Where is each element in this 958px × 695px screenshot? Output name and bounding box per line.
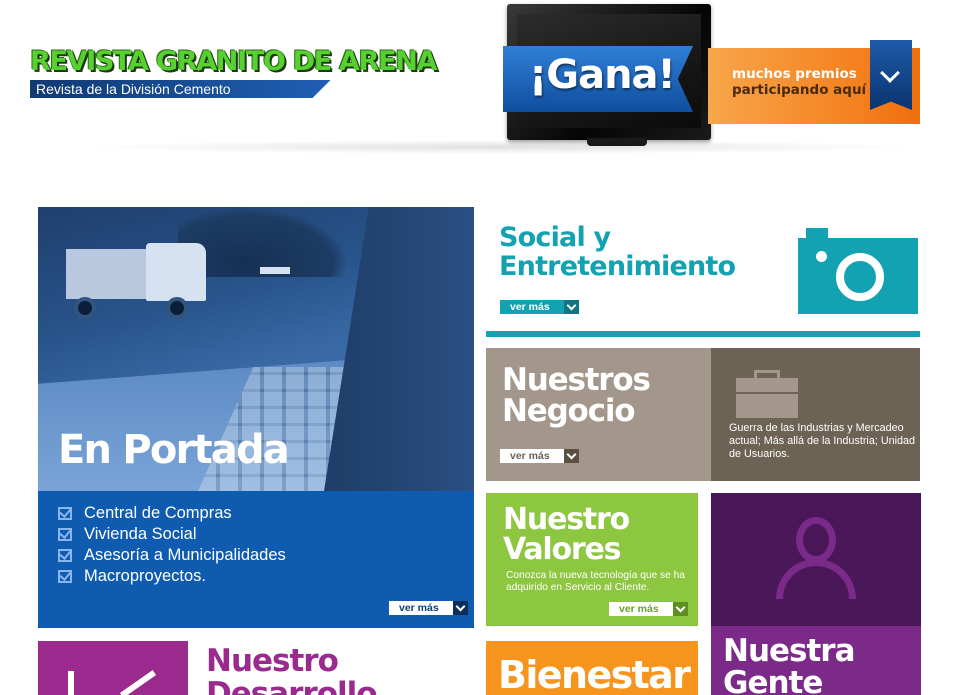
chevron-down-icon [672,602,688,616]
portada-ver-mas-button[interactable]: ver más [389,601,468,615]
checkbox-icon [58,549,72,562]
promo-line-2: participando aquí [732,82,867,98]
list-item[interactable]: Central de Compras [58,503,286,524]
site-subtitle: Revista de la División Cemento [30,80,331,98]
list-item[interactable]: Asesoría a Municipalidades [58,545,286,566]
header-divider [80,140,920,154]
bienestar-title: Bienestar [498,653,691,695]
gente-title: Nuestra Gente [723,633,856,695]
portada-list: Central de Compras Vivienda Social Aseso… [58,503,286,587]
negocio-detail: Guerra de las Industrias y Mercadeo actu… [711,348,920,481]
user-icon [776,517,856,599]
list-item[interactable]: Vivienda Social [58,524,286,545]
chevron-down-icon [563,300,579,314]
camera-icon [798,226,918,314]
negocio-ver-mas-button[interactable]: ver más [500,449,579,463]
divider [486,331,920,337]
social-title: Social y Entretenimiento [499,222,736,282]
checkbox-icon [58,570,72,583]
checkbox-icon [58,528,72,541]
chevron-down-icon [452,601,468,615]
negocio-description: Guerra de las Industrias y Mercadeo actu… [729,422,916,460]
site-logo[interactable]: REVISTA GRANITO DE ARENA Revista de la D… [30,45,437,99]
truck-image [66,239,216,325]
tile-gente[interactable]: Nuestra Gente [711,493,921,695]
briefcase-icon [736,370,798,418]
promo-badge: ¡Gana! [503,46,693,112]
tile-en-portada[interactable]: En Portada Central de Compras Vivienda S… [38,207,474,628]
tile-social[interactable]: Social y Entretenimiento ver más [486,207,920,337]
social-ver-mas-button[interactable]: ver más [500,300,579,314]
promo-line-1: muchos premios [732,66,857,82]
checkbox-icon [58,507,72,520]
valores-ver-mas-button[interactable]: ver más [609,602,688,616]
list-item[interactable]: Macroproyectos. [58,566,286,587]
tile-valores[interactable]: Nuestro Valores Conozca la nueva tecnolo… [486,493,698,626]
chevron-down-icon[interactable] [870,40,912,110]
valores-title: Nuestro Valores [503,502,630,567]
promo-banner[interactable]: ¡Gana! muchos premios participando aquí [503,4,923,150]
growth-chart-icon[interactable] [38,641,188,695]
negocio-title: Nuestros Negocio [502,362,651,429]
tile-negocio[interactable]: Nuestros Negocio ver más Guerra de las I… [486,348,920,481]
desarrollo-title[interactable]: Nuestro Desarrollo [206,645,378,695]
tile-bienestar[interactable]: Bienestar [486,641,698,695]
portada-title: En Portada [58,427,290,473]
page: REVISTA GRANITO DE ARENA Revista de la D… [0,0,958,695]
chevron-down-icon [563,449,579,463]
site-title: REVISTA GRANITO DE ARENA [30,46,437,77]
valores-description: Conozca la nueva tecnología que se ha ad… [506,570,685,593]
